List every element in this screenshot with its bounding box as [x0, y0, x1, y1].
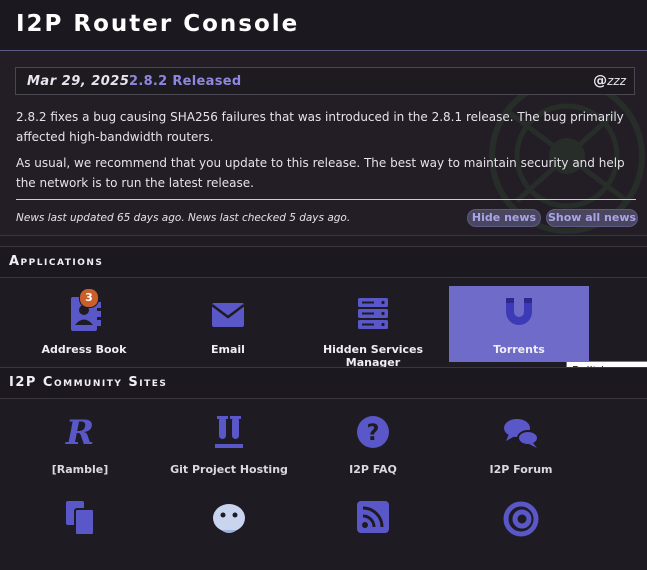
- site-rss[interactable]: [303, 494, 443, 570]
- site-git-project-hosting[interactable]: Git Project Hosting: [159, 406, 299, 482]
- site-spiral[interactable]: [451, 494, 591, 570]
- news-paragraph: 2.8.2 fixes a bug causing SHA256 failure…: [16, 110, 624, 144]
- title-bar: I2P Router Console: [0, 0, 647, 51]
- community-title: I2P Community Sites: [9, 375, 168, 390]
- site-ramble[interactable]: R [Ramble]: [10, 406, 150, 482]
- clipboard-copy-icon: [66, 501, 95, 536]
- site-i2p-forum[interactable]: I2P Forum: [451, 406, 591, 482]
- news-header: Mar 29, 2025 2.8.2 Released @zzz: [15, 67, 635, 95]
- author-name: zzz: [607, 74, 626, 88]
- svg-text:R: R: [65, 413, 94, 452]
- spiral-icon: [503, 501, 539, 537]
- server-icon: [358, 298, 388, 329]
- app-label: Torrents: [493, 343, 545, 356]
- git-tubes-icon: [215, 416, 243, 448]
- ramble-icon: R: [65, 413, 94, 452]
- news-author: @zzz: [593, 73, 626, 89]
- rss-feed-icon: [357, 501, 389, 533]
- news-paragraph: As usual, we recommend that you update t…: [16, 156, 625, 190]
- email-icon: [211, 303, 245, 327]
- site-cloud-mascot[interactable]: [159, 494, 299, 570]
- site-label: Git Project Hosting: [170, 463, 288, 476]
- app-torrents[interactable]: Torrents: [449, 286, 589, 362]
- news-status: News last updated 65 days ago. News last…: [16, 212, 351, 224]
- app-label: Hidden Services Manager: [322, 343, 424, 369]
- app-email[interactable]: Email: [158, 286, 298, 362]
- app-address-book[interactable]: 3 Address Book: [14, 286, 154, 362]
- show-all-news-button[interactable]: Show all news: [546, 209, 638, 227]
- cloud-mascot-icon: [213, 504, 245, 533]
- app-label: Address Book: [41, 343, 127, 356]
- chat-bubbles-icon: [504, 419, 539, 448]
- site-clipboard[interactable]: [10, 494, 150, 570]
- site-label: I2P Forum: [489, 463, 553, 476]
- news-date: Mar 29, 2025: [27, 74, 130, 89]
- hide-news-button[interactable]: Hide news: [467, 209, 541, 227]
- site-label: I2P FAQ: [349, 463, 397, 476]
- news-divider: [16, 199, 636, 200]
- news-headline[interactable]: 2.8.2 Released: [129, 74, 241, 89]
- site-label: [Ramble]: [51, 463, 109, 476]
- page-title: I2P Router Console: [16, 11, 300, 37]
- site-i2p-faq[interactable]: ? I2P FAQ: [303, 406, 443, 482]
- app-label: Email: [211, 343, 245, 356]
- applications-title: Applications: [9, 254, 104, 269]
- news-body: 2.8.2 fixes a bug causing SHA256 failure…: [16, 107, 638, 199]
- svg-text:?: ?: [367, 421, 380, 446]
- community-header: I2P Community Sites: [0, 367, 647, 399]
- unread-badge: 3: [79, 288, 99, 308]
- question-icon: ?: [357, 416, 389, 448]
- app-hidden-services-manager[interactable]: Hidden Services Manager: [303, 286, 443, 369]
- author-at: @: [593, 73, 608, 89]
- magnet-icon: [506, 298, 532, 325]
- applications-header: Applications: [0, 246, 647, 278]
- news-panel: Mar 29, 2025 2.8.2 Released @zzz 2.8.2 f…: [0, 51, 647, 236]
